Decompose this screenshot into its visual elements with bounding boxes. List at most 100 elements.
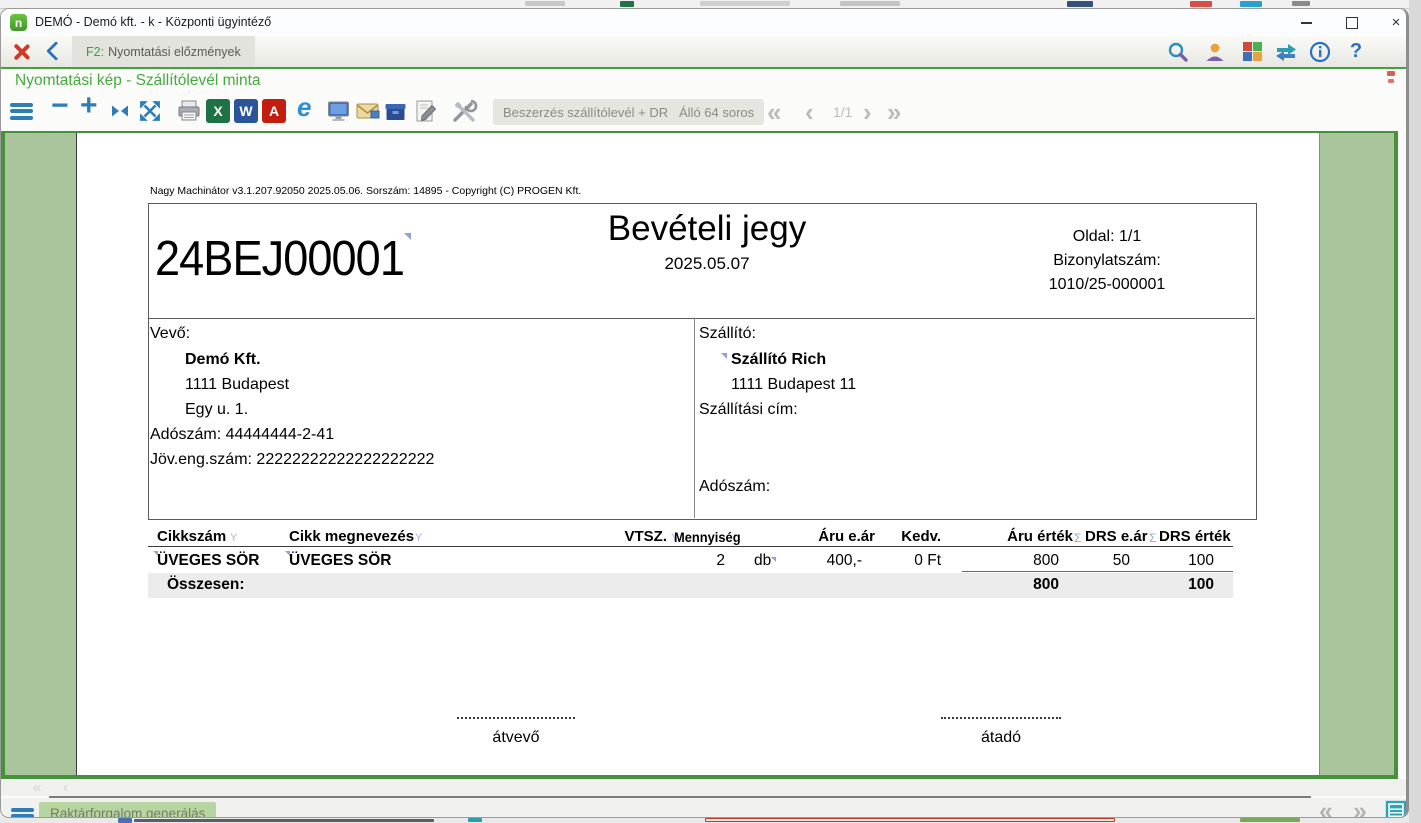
help-icon: ? (1350, 40, 1362, 63)
fit-width-icon (109, 101, 131, 121)
user-icon (1204, 41, 1226, 63)
back-icon[interactable] (46, 41, 66, 61)
buyer-street: Egy u. 1. (185, 401, 248, 419)
title-bar[interactable]: n DEMÓ - Demó kft. - k - Központi ügyint… (1, 9, 1406, 36)
row-qty: 2 (677, 552, 725, 570)
email-button[interactable] (355, 96, 381, 126)
menu-icon (10, 100, 33, 122)
row-name[interactable]: ÜVEGES SÖR (289, 552, 392, 570)
minimize-button[interactable] (1289, 12, 1323, 34)
layout-button[interactable]: Álló 64 soros (669, 99, 764, 125)
col-header-vtsz[interactable]: VTSZ. (597, 528, 667, 545)
export-excel-button[interactable]: X (206, 96, 230, 126)
user-button[interactable] (1200, 39, 1230, 64)
prev-page-button[interactable]: ‹ (805, 97, 814, 128)
col-header-drs-unit[interactable]: DRS e.ár (1085, 528, 1142, 545)
col-header-value[interactable]: Áru érték (995, 528, 1073, 545)
sum-icon[interactable]: Σ (1149, 531, 1156, 545)
info-button[interactable] (1305, 39, 1335, 64)
app-logo-icon: n (10, 14, 27, 31)
modules-button[interactable] (1237, 39, 1267, 64)
row-sku[interactable]: ÜVEGES SÖR (157, 552, 260, 570)
row-drs-value: 100 (1162, 552, 1214, 570)
document-type-button[interactable]: Beszerzés szállítólevél + DRS (493, 99, 687, 125)
field-marker-icon (404, 233, 411, 240)
print-preview-panel[interactable]: Nagy Machinátor v3.1.207.92050 2025.05.0… (1, 131, 1398, 779)
col-header-discount[interactable]: Kedv. (889, 528, 941, 545)
generate-warehouse-button[interactable]: Raktárforgalom generálás (39, 802, 216, 818)
page-indicator: 1/1 (833, 104, 852, 120)
f2-tab-label: Nyomtatási előzmények (108, 45, 241, 59)
col-header-unit-price[interactable]: Áru e.ár (802, 528, 875, 545)
zoom-out-button[interactable]: − (51, 91, 69, 121)
filter-icon[interactable]: Y (230, 532, 237, 544)
background-window-fragment (1190, 1, 1212, 7)
close-icon: × (1392, 18, 1401, 28)
bottom-menu-button[interactable] (11, 801, 34, 818)
filter-icon[interactable]: Y (415, 532, 422, 544)
bottom-prev-button[interactable]: « (1319, 797, 1333, 818)
overlap-artifact (1387, 71, 1395, 76)
page-title: Nyomtatási kép - Szállítólevél minta (15, 72, 261, 90)
export-word-button[interactable]: W (234, 96, 258, 126)
bottom-bar: Raktárforgalom generálás « » (1, 798, 1406, 818)
total-value: 800 (987, 576, 1059, 594)
preview-toolbar: − + X W A e (1, 93, 1406, 131)
background-window-fragment (1067, 1, 1093, 7)
desktop-strip (1409, 0, 1421, 823)
supplier-shipping-label: Szállítási cím: (699, 401, 798, 419)
fit-page-button[interactable] (139, 96, 161, 126)
bottom-next-button[interactable]: » (1353, 797, 1367, 818)
close-button[interactable]: × (1379, 12, 1409, 34)
window-title: DEMÓ - Demó kft. - k - Központi ügyintéz… (35, 15, 271, 29)
doc-title: Bevételi jegy (447, 209, 967, 249)
background-window-fragment (840, 1, 900, 6)
document-list-icon (1385, 800, 1407, 818)
first-page-button[interactable]: « (767, 97, 781, 128)
supplier-name[interactable]: Szállító Rich (731, 351, 826, 369)
screen: { "window": { "title": "DEMÓ - Demó kft.… (0, 0, 1421, 823)
doc-receipt-no-label: Bizonylatszám: (967, 252, 1247, 270)
document-list-button[interactable] (1385, 800, 1407, 818)
menu-button[interactable] (10, 96, 33, 126)
export-pdf-button[interactable]: A (262, 96, 286, 126)
sum-icon[interactable]: Σ (1074, 531, 1081, 545)
supplier-tax-label: Adószám: (699, 478, 770, 496)
col-header-drs-value[interactable]: DRS érték (1159, 528, 1225, 545)
archive-button[interactable] (383, 96, 408, 126)
zoom-in-button[interactable]: + (80, 91, 98, 121)
search-button[interactable] (1163, 39, 1193, 64)
help-button[interactable]: ? (1341, 39, 1371, 64)
settings-button[interactable] (450, 96, 478, 126)
signature-line-receiver (457, 717, 575, 719)
pdf-icon: A (262, 99, 286, 123)
browser-preview-button[interactable]: e (297, 92, 311, 122)
display-button[interactable] (326, 96, 351, 126)
row-drs-unit-price: 50 (1077, 552, 1130, 570)
background-window-fragment (134, 819, 434, 822)
col-header-sku[interactable]: Cikkszám (157, 528, 226, 545)
doc-page-label: Oldal: 1/1 (967, 228, 1247, 246)
edit-button[interactable] (414, 96, 438, 126)
last-page-button[interactable]: » (887, 97, 901, 128)
background-window-fragment (1292, 1, 1310, 6)
buyer-label: Vevő: (150, 325, 190, 343)
doc-number[interactable]: 24BEJ00001 (155, 231, 404, 287)
buyer-name: Demó Kft. (185, 351, 261, 369)
fit-width-button[interactable] (109, 96, 131, 126)
f2-history-tab[interactable]: F2: Nyomtatási előzmények (72, 36, 255, 67)
signature-receiver-label: átvevő (457, 729, 575, 747)
next-page-button[interactable]: › (863, 97, 872, 128)
col-header-qty[interactable]: Mennyiség (674, 529, 741, 545)
maximize-button[interactable] (1335, 12, 1369, 34)
document-page: Nagy Machinátor v3.1.207.92050 2025.05.0… (76, 133, 1320, 775)
col-header-name[interactable]: Cikk megnevezés (289, 528, 414, 545)
background-window-fragment (700, 1, 790, 6)
print-button[interactable] (176, 96, 202, 126)
row-unit-price: 400,- (787, 552, 862, 570)
transfer-button[interactable] (1271, 39, 1301, 64)
close-view-button[interactable] (11, 42, 31, 62)
disabled-prev-icon: ‹ (63, 779, 68, 796)
doc-column-divider (694, 318, 695, 518)
disabled-first-icon: « (33, 779, 41, 796)
